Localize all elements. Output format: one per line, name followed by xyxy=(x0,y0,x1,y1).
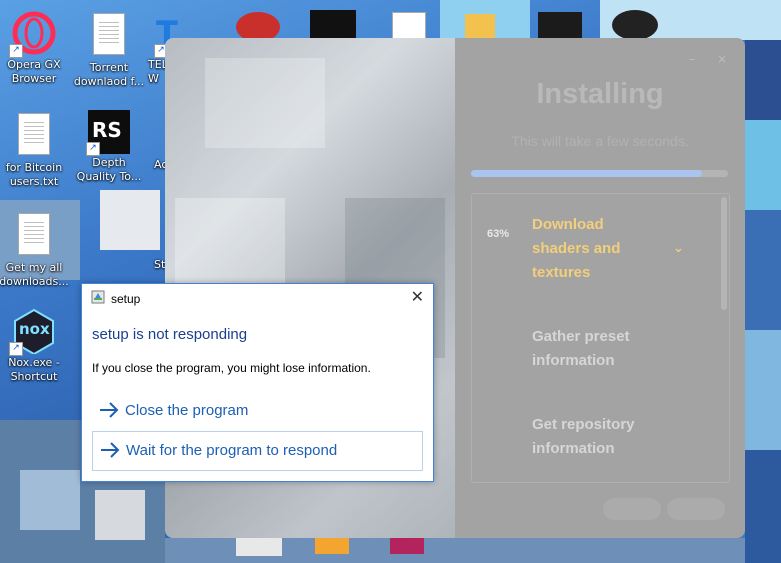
step-list-scrollbar[interactable] xyxy=(721,197,727,310)
text-file-icon xyxy=(86,13,132,59)
desktop-icon-label: Get my all downloads... xyxy=(0,261,69,288)
wallpaper-block xyxy=(745,120,781,210)
rs-badge: RS xyxy=(92,118,122,142)
progress-fill xyxy=(471,170,703,177)
shortcut-arrow-icon: ↗ xyxy=(9,342,23,356)
wait-program-label: Wait for the program to respond xyxy=(126,442,338,459)
next-button[interactable] xyxy=(667,498,725,520)
installer-progress-bar xyxy=(471,170,728,177)
desktop-icon-label: Torrent downlaod f... xyxy=(73,61,145,88)
nox-icon: nox ↗ xyxy=(9,308,57,356)
app-icon[interactable] xyxy=(390,538,424,554)
app-icon[interactable] xyxy=(236,538,282,556)
app-icon[interactable] xyxy=(315,538,349,554)
opera-gx-icon: ↗ xyxy=(9,10,57,58)
setup-app-icon xyxy=(91,290,105,304)
shortcut-arrow-icon: ↗ xyxy=(86,142,100,156)
wallpaper-block xyxy=(745,450,781,563)
realsense-icon: RS ↗ xyxy=(86,110,130,156)
dialog-heading: setup is not responding xyxy=(92,326,248,343)
close-program-label: Close the program xyxy=(125,402,249,419)
back-button[interactable] xyxy=(603,498,661,520)
text-file-icon xyxy=(11,113,57,159)
app-icon[interactable] xyxy=(310,10,356,40)
arrow-right-icon xyxy=(100,402,119,418)
not-responding-dialog: setup ✕ setup is not responding If you c… xyxy=(81,283,434,482)
installer-title: Installing xyxy=(536,78,664,110)
desktop-icon-bitcoin-txt[interactable]: for Bitcoin users.txt xyxy=(0,110,72,189)
desktop-icon-downloads-txt[interactable]: Get my all downloads... xyxy=(0,210,72,289)
minimize-icon[interactable]: – xyxy=(689,52,695,66)
desktop-icon-label: Opera GX Browser xyxy=(7,58,61,85)
step-get-repository[interactable]: Get repository information xyxy=(532,413,652,461)
chevron-down-icon[interactable]: ⌄ xyxy=(673,241,684,256)
text-file-icon xyxy=(11,213,57,259)
close-program-option[interactable]: Close the program xyxy=(92,392,421,430)
close-icon[interactable]: ✕ xyxy=(411,287,424,307)
desktop-icon-label: Nox.exe - Shortcut xyxy=(8,356,60,383)
step-gather-preset[interactable]: Gather preset information xyxy=(532,325,652,373)
desktop-icon-opera-gx[interactable]: ↗ Opera GX Browser xyxy=(0,10,72,86)
wallpaper-block xyxy=(745,40,781,120)
desktop-icon-torrent-txt[interactable]: Torrent downlaod f... xyxy=(71,10,147,89)
wallpaper-block xyxy=(95,490,145,540)
dialog-title: setup xyxy=(111,292,141,306)
app-icon[interactable] xyxy=(612,10,658,40)
nox-badge: nox xyxy=(19,320,50,338)
close-icon[interactable]: × xyxy=(717,52,727,66)
step-percent: 63% xyxy=(487,228,510,240)
dialog-message: If you close the program, you might lose… xyxy=(92,361,371,375)
desktop-icon-label: Depth Quality To... xyxy=(76,156,142,183)
step-download-shaders[interactable]: Download shaders and textures xyxy=(532,213,652,285)
installer-subtitle: This will take a few seconds. xyxy=(511,133,689,149)
desktop-icon-label: for Bitcoin users.txt xyxy=(5,161,63,188)
shortcut-arrow-icon: ↗ xyxy=(9,44,23,58)
wallpaper-block xyxy=(745,210,781,330)
installer-progress-panel: – × Installing This will take a few seco… xyxy=(455,38,745,538)
wallpaper-block xyxy=(745,330,781,450)
wallpaper-block xyxy=(20,470,80,530)
arrow-right-icon xyxy=(101,442,120,458)
desktop-icon-depth-quality[interactable]: RS ↗ Depth Quality To... xyxy=(71,110,147,184)
desktop-icon-nox[interactable]: nox ↗ Nox.exe - Shortcut xyxy=(0,308,72,384)
wait-program-option[interactable]: Wait for the program to respond xyxy=(92,431,423,471)
